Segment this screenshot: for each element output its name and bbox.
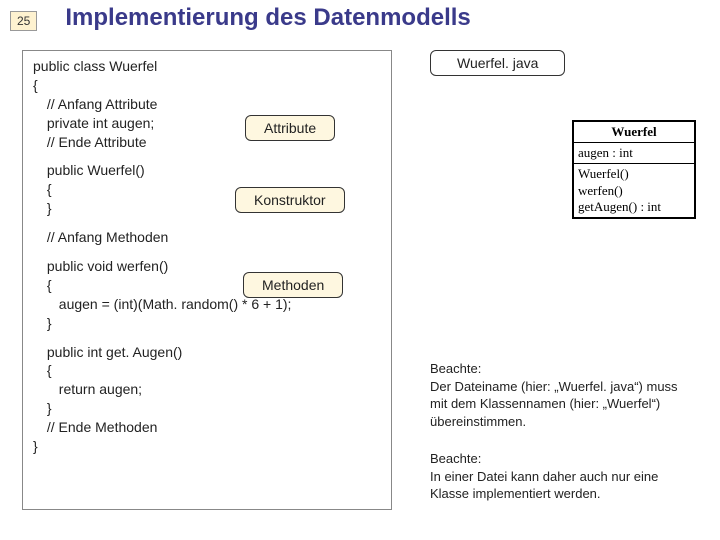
note-filename: Beachte: Der Dateiname (hier: „Wuerfel. … (430, 360, 690, 430)
code-line: public class Wuerfel (33, 57, 381, 76)
code-line: public Wuerfel() (33, 161, 381, 180)
uml-operation: getAugen() : int (578, 199, 690, 215)
uml-class-name: Wuerfel (574, 122, 694, 143)
note-one-class: Beachte: In einer Datei kann daher auch … (430, 450, 690, 503)
uml-attribute: augen : int (578, 145, 690, 161)
code-line: // Anfang Attribute (33, 95, 381, 114)
constructor-label: Konstruktor (235, 187, 345, 213)
note-lead: Beachte: (430, 450, 690, 468)
note-lead: Beachte: (430, 360, 690, 378)
uml-operation: werfen() (578, 183, 690, 199)
slide-title: Implementierung des Datenmodells (65, 4, 470, 32)
methods-label: Methoden (243, 272, 343, 298)
uml-operations: Wuerfel() werfen() getAugen() : int (574, 164, 694, 217)
code-line: } (33, 437, 381, 456)
slide-header: 25 Implementierung des Datenmodells (0, 0, 720, 40)
uml-attributes: augen : int (574, 143, 694, 164)
code-line: { (33, 76, 381, 95)
note-body: In einer Datei kann daher auch nur eine … (430, 468, 690, 503)
code-line: public int get. Augen() (33, 343, 381, 362)
code-line: } (33, 314, 381, 333)
uml-operation: Wuerfel() (578, 166, 690, 182)
slide-number: 25 (10, 11, 37, 31)
code-line: return augen; (33, 380, 381, 399)
attribute-label: Attribute (245, 115, 335, 141)
code-line: { (33, 361, 381, 380)
uml-class-diagram: Wuerfel augen : int Wuerfel() werfen() g… (572, 120, 696, 219)
file-name-label: Wuerfel. java (430, 50, 565, 76)
code-line: // Ende Methoden (33, 418, 381, 437)
code-line: // Anfang Methoden (33, 228, 381, 247)
note-body: Der Dateiname (hier: „Wuerfel. java“) mu… (430, 378, 690, 431)
code-line: } (33, 399, 381, 418)
